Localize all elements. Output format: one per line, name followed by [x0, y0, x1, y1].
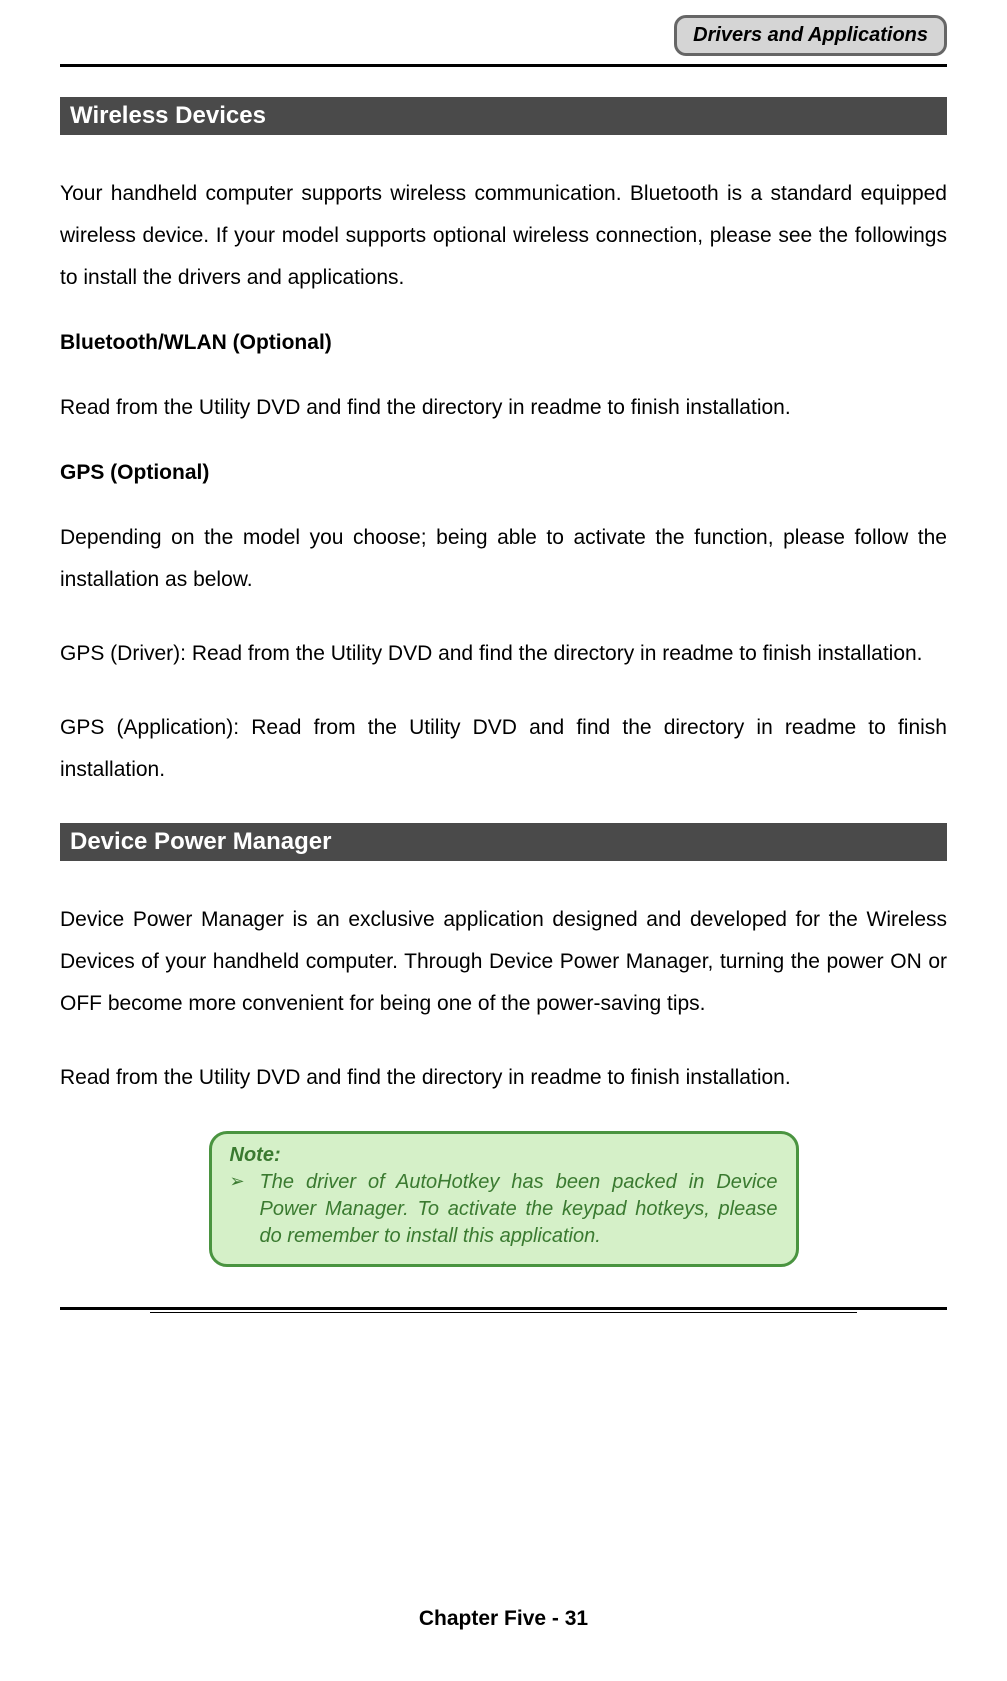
- note-title: Note:: [230, 1144, 778, 1167]
- note-list: ➢ The driver of AutoHotkey has been pack…: [230, 1169, 778, 1250]
- note-box: Note: ➢ The driver of AutoHotkey has bee…: [209, 1131, 799, 1267]
- bottom-divider-inner: [150, 1312, 857, 1313]
- header-badge: Drivers and Applications: [674, 15, 947, 56]
- section-device-power-manager: Device Power Manager: [60, 823, 947, 861]
- subheading-gps: GPS (Optional): [60, 461, 947, 485]
- page-footer: Chapter Five - 31: [0, 1607, 1007, 1631]
- gps-body-1: Depending on the model you choose; being…: [60, 517, 947, 601]
- top-divider: [60, 64, 947, 67]
- intro-paragraph: Your handheld computer supports wireless…: [60, 173, 947, 299]
- dpm-body-1: Device Power Manager is an exclusive app…: [60, 899, 947, 1025]
- note-item: ➢ The driver of AutoHotkey has been pack…: [230, 1169, 778, 1250]
- gps-body-2: GPS (Driver): Read from the Utility DVD …: [60, 633, 947, 675]
- note-text: The driver of AutoHotkey has been packed…: [260, 1169, 778, 1250]
- bottom-divider-outer: [60, 1307, 947, 1310]
- dpm-body-2: Read from the Utility DVD and find the d…: [60, 1057, 947, 1099]
- chevron-right-icon: ➢: [230, 1169, 260, 1192]
- page-container: Drivers and Applications Wireless Device…: [0, 0, 1007, 1681]
- section-wireless-devices: Wireless Devices: [60, 97, 947, 135]
- subheading-bluetooth-wlan: Bluetooth/WLAN (Optional): [60, 331, 947, 355]
- bluetooth-body: Read from the Utility DVD and find the d…: [60, 387, 947, 429]
- gps-body-3: GPS (Application): Read from the Utility…: [60, 707, 947, 791]
- content-area: Wireless Devices Your handheld computer …: [60, 97, 947, 1681]
